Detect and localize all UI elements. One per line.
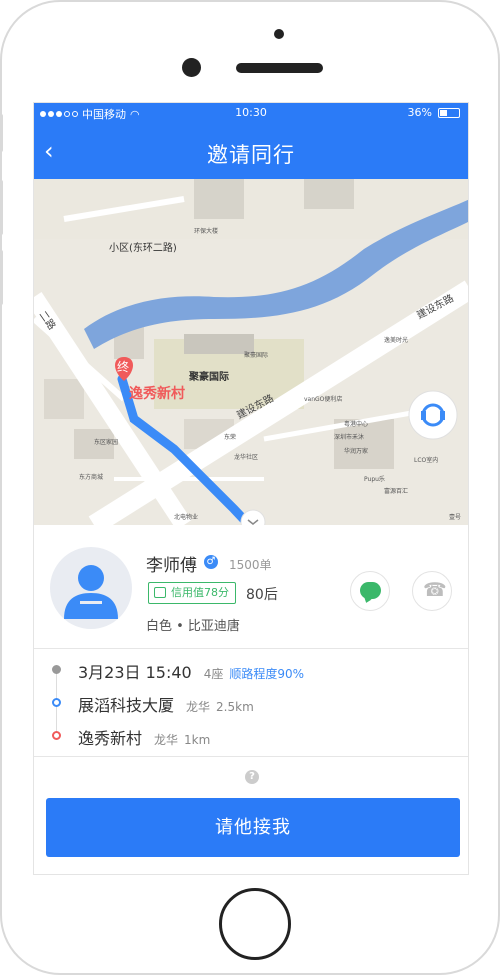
driver-name: 李师傅 bbox=[146, 556, 197, 576]
call-button[interactable]: ☎ bbox=[412, 571, 452, 611]
app-screen: 中国移动 ◠ 10:30 36% ‹ 邀请同行 终 逸秀新村 小区(东环二路) … bbox=[33, 102, 469, 875]
poi-label: 深圳市禾沐 bbox=[334, 433, 364, 441]
side-button bbox=[0, 250, 3, 305]
credit-icon bbox=[154, 587, 166, 598]
driver-card: 李师傅 ♂ 1500单 信用值78分 80后 白色 • 比亚迪唐 ☎ bbox=[34, 525, 468, 649]
battery-icon bbox=[438, 107, 460, 118]
side-button bbox=[0, 180, 3, 235]
chat-button[interactable] bbox=[350, 571, 390, 611]
poi-label: 富源百汇 bbox=[384, 487, 408, 495]
end-name: 逸秀新村 bbox=[78, 729, 143, 748]
poi-label: 东方商城 bbox=[79, 473, 103, 481]
start-dot-icon bbox=[52, 698, 61, 707]
end-dot-icon bbox=[52, 731, 61, 740]
area-label: 小区(东环二路) bbox=[109, 241, 177, 254]
poi-label: 环保大楼 bbox=[194, 227, 218, 235]
status-bar: 中国移动 ◠ 10:30 36% bbox=[34, 103, 468, 124]
poi-label: 华润万家 bbox=[344, 447, 368, 455]
poi-label: 东区家园 bbox=[94, 438, 118, 446]
car-info: 白色 • 比亚迪唐 bbox=[146, 619, 240, 634]
time-dot-icon bbox=[52, 665, 61, 674]
question-icon[interactable]: ? bbox=[245, 770, 259, 784]
avatar bbox=[50, 547, 132, 629]
order-count: 1500单 bbox=[229, 558, 272, 572]
request-pickup-button[interactable]: 请他接我 bbox=[46, 798, 460, 857]
trip-end-row: 逸秀新村 龙华 1km bbox=[78, 725, 210, 749]
front-camera bbox=[274, 29, 284, 39]
nav-bar: ‹ 邀请同行 bbox=[34, 124, 468, 179]
start-district: 龙华 bbox=[186, 700, 211, 714]
poi-label: 粤港中心 bbox=[344, 420, 368, 428]
poi-label: 龙华社区 bbox=[234, 453, 258, 461]
battery-percent: 36% bbox=[407, 106, 432, 119]
trip-start-row: 展滔科技大厦 龙华 2.5km bbox=[78, 692, 254, 716]
poi-label: 聚豪国际 bbox=[188, 370, 229, 383]
poi-label: 壹号 bbox=[449, 513, 461, 521]
driver-avatar-icon bbox=[64, 565, 118, 619]
poi-label: 聚豪国际 bbox=[244, 351, 268, 359]
status-time: 10:30 bbox=[235, 106, 267, 119]
end-distance: 1km bbox=[184, 733, 211, 747]
credit-badge: 信用值78分 bbox=[148, 582, 236, 604]
home-button[interactable] bbox=[219, 888, 291, 960]
camera-lens bbox=[182, 58, 201, 77]
poi-label: LCO室内 bbox=[414, 456, 438, 464]
trip-match: 顺路程度90% bbox=[229, 667, 305, 681]
earpiece-speaker bbox=[236, 63, 323, 73]
end-district: 龙华 bbox=[154, 733, 179, 747]
poi-label: vanGO便利店 bbox=[304, 395, 342, 403]
trip-info: 3月23日 15:40 4座 顺路程度90% 展滔科技大厦 龙华 2.5km 逸… bbox=[34, 649, 468, 757]
start-name: 展滔科技大厦 bbox=[78, 696, 175, 715]
male-icon: ♂ bbox=[204, 555, 218, 569]
age-group: 80后 bbox=[246, 587, 278, 603]
credit-label: 信用值78分 bbox=[171, 586, 229, 599]
trip-datetime: 3月23日 15:40 bbox=[78, 663, 192, 682]
map-view[interactable]: 终 逸秀新村 小区(东环二路) 聚豪国际 建设东路 建设东路 二路 环保大楼 聚… bbox=[34, 179, 468, 525]
trip-time-row: 3月23日 15:40 4座 顺路程度90% bbox=[78, 659, 304, 683]
trip-seats: 4座 bbox=[203, 667, 224, 681]
chat-icon bbox=[360, 582, 381, 599]
poi-label: 逸美时光 bbox=[384, 336, 408, 344]
phone-icon: ☎ bbox=[423, 579, 447, 601]
poi-label: Pupu乐 bbox=[364, 476, 385, 483]
start-distance: 2.5km bbox=[216, 700, 254, 714]
poi-label: 东荣 bbox=[224, 433, 236, 441]
poi-label: 北电物业 bbox=[174, 513, 198, 521]
map-canvas: 终 逸秀新村 小区(东环二路) 聚豪国际 建设东路 建设东路 二路 环保大楼 聚… bbox=[34, 179, 468, 525]
end-marker-text: 终 bbox=[117, 359, 129, 374]
side-button bbox=[0, 114, 3, 152]
page-title: 邀请同行 bbox=[207, 143, 295, 167]
end-place-label: 逸秀新村 bbox=[129, 385, 185, 402]
